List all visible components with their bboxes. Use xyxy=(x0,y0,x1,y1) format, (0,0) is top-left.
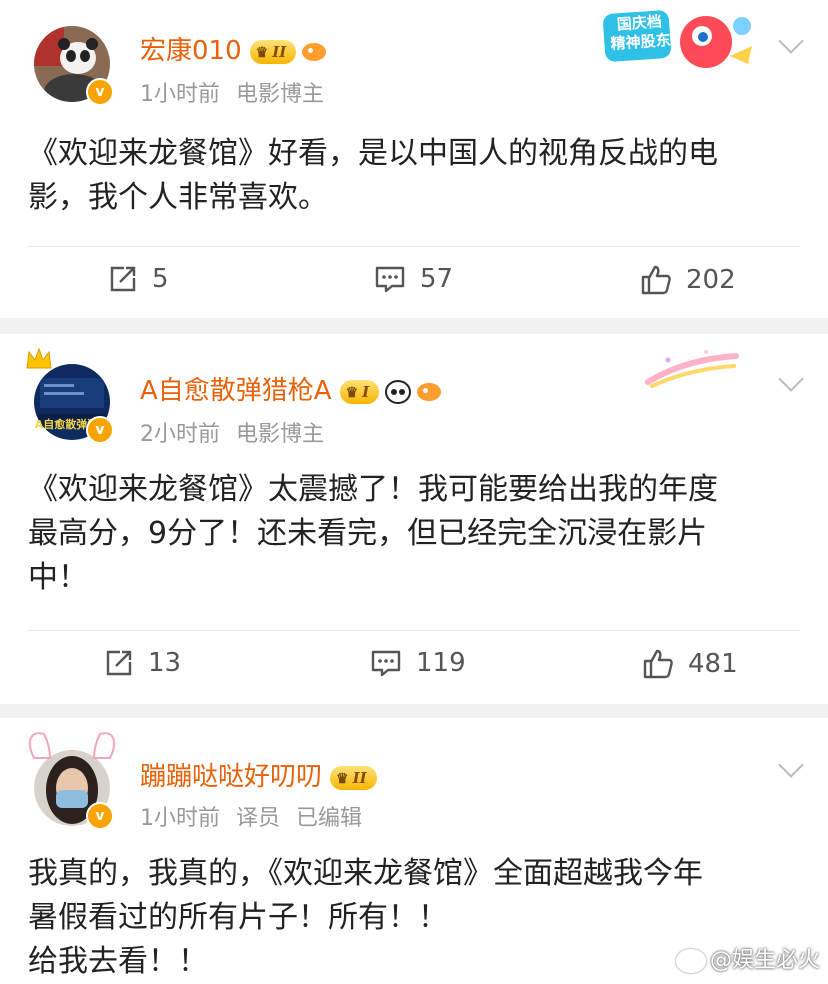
post-text-line: 中！ xyxy=(28,560,88,595)
like-button[interactable]: 202 xyxy=(640,264,736,296)
decoration xyxy=(644,346,740,392)
event-decoration: 国庆档 精神股东 xyxy=(602,6,762,76)
chevron-down-icon[interactable] xyxy=(778,752,804,778)
comment-icon xyxy=(375,266,405,293)
verified-badge-icon: v xyxy=(86,78,114,106)
post-content: 《欢迎来龙餐馆》太震撼了！我可能要给出我的年度 最高分，9分了！还未看完，但已经… xyxy=(28,468,798,600)
repost-count: 5 xyxy=(152,264,169,294)
username-row: A自愈散弹猎枪A ♛ I xyxy=(140,370,442,407)
level-label: II xyxy=(272,42,287,61)
bunny-ears-icon xyxy=(28,732,116,759)
divider xyxy=(28,630,800,631)
level-badge: ♛ II xyxy=(249,39,297,64)
watermark-text: @娱生必火 xyxy=(709,948,820,973)
weibo-logo-icon xyxy=(675,949,706,973)
fish-icon xyxy=(417,382,442,401)
post-text-line: 《欢迎来龙餐馆》好看，是以中国人的视角反战的电 xyxy=(28,136,718,171)
like-button[interactable]: 481 xyxy=(642,648,738,680)
post-card: v 蹦蹦哒哒好叨叨 ♛ II 1小时前 译员 已编辑 我真的，我真的，《欢迎来龙餐馆》全… xyxy=(0,718,828,984)
crown-icon: ♛ xyxy=(345,384,359,401)
user-tag: 电影博主 xyxy=(236,422,325,447)
repost-icon xyxy=(110,266,136,292)
chevron-down-icon[interactable] xyxy=(778,28,804,54)
avatar[interactable]: v xyxy=(34,26,114,106)
crown-icon: ♛ xyxy=(336,770,349,787)
post-card: A自愈散弹猎枪 v A自愈散弹猎枪A ♛ I 2小时前 电影博主 《欢迎来龙餐馆》太震… xyxy=(0,334,828,704)
comment-icon xyxy=(371,650,401,677)
repost-count: 13 xyxy=(148,648,182,678)
post-meta: 1小时前 电影博主 xyxy=(140,76,340,108)
post-text-line: 最高分，9分了！还未看完，但已经完全沉浸在影片 xyxy=(28,516,708,551)
level-label: I xyxy=(362,382,370,401)
post-text-line: 影，我个人非常喜欢。 xyxy=(28,180,328,215)
edited-label: 已编辑 xyxy=(296,806,363,831)
post-time: 2小时前 xyxy=(140,422,220,447)
fish-icon xyxy=(302,42,327,61)
crown-icon xyxy=(26,347,52,369)
panda-icon xyxy=(385,379,412,404)
level-badge: ♛ I xyxy=(339,379,380,404)
verified-badge-icon: v xyxy=(86,416,114,444)
post-text-line: 《欢迎来龙餐馆》太震撼了！我可能要给出我的年度 xyxy=(28,472,718,507)
post-meta: 2小时前 电影博主 xyxy=(140,416,340,448)
crown-icon: ♛ xyxy=(255,44,269,61)
avatar[interactable]: A自愈散弹猎枪 v xyxy=(26,347,114,444)
post-text-line: 暑假看过的所有片子！所有！！ xyxy=(28,900,448,935)
repost-button[interactable]: 13 xyxy=(104,648,181,678)
repost-button[interactable]: 5 xyxy=(108,264,169,294)
post-time: 1小时前 xyxy=(140,806,220,831)
like-count: 481 xyxy=(688,649,738,679)
divider xyxy=(28,246,800,247)
comment-button[interactable]: 119 xyxy=(370,648,466,678)
user-tag: 译员 xyxy=(236,806,281,831)
like-icon xyxy=(641,265,671,295)
post-card: v 宏康010 ♛ II 1小时前 电影博主 国庆档 精神股东 《欢迎来龙餐馆》好看，… xyxy=(0,0,828,318)
comment-button[interactable]: 57 xyxy=(374,264,453,294)
watermark: @娱生必火 xyxy=(675,942,820,974)
repost-icon xyxy=(106,650,132,676)
username-row: 宏康010 ♛ II xyxy=(140,30,327,67)
username[interactable]: 宏康010 xyxy=(140,36,242,66)
post-meta: 1小时前 译员 已编辑 xyxy=(140,800,378,832)
avatar[interactable]: v xyxy=(28,732,116,830)
post-text-line: 我真的，我真的，《欢迎来龙餐馆》全面超越我今年 xyxy=(28,856,703,891)
comment-count: 119 xyxy=(416,648,466,678)
like-icon xyxy=(643,649,673,679)
like-count: 202 xyxy=(686,265,736,295)
chevron-down-icon[interactable] xyxy=(778,366,804,392)
username-row: 蹦蹦哒哒好叨叨 ♛ II xyxy=(140,756,377,793)
username[interactable]: 蹦蹦哒哒好叨叨 xyxy=(140,762,322,792)
user-tag: 电影博主 xyxy=(236,82,325,107)
post-time: 1小时前 xyxy=(140,82,220,107)
username[interactable]: A自愈散弹猎枪A xyxy=(140,376,332,406)
level-label: II xyxy=(352,768,367,787)
comment-count: 57 xyxy=(420,264,454,294)
verified-badge-icon: v xyxy=(86,802,114,830)
post-content: 《欢迎来龙餐馆》好看，是以中国人的视角反战的电 影，我个人非常喜欢。 xyxy=(28,132,798,220)
level-badge: ♛ II xyxy=(330,765,377,790)
